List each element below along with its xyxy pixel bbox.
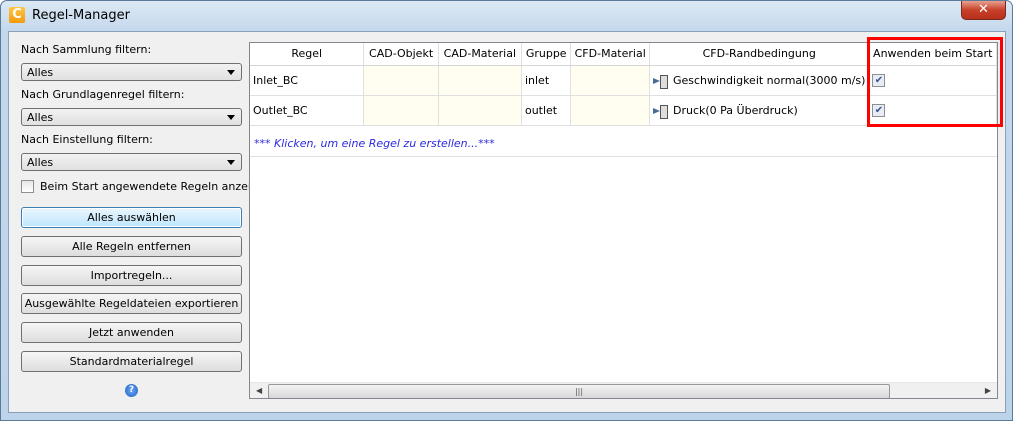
cell-cad-material[interactable] <box>438 65 522 96</box>
show-startup-rules-label: Beim Start angewendete Regeln anzeigen <box>40 180 272 193</box>
cell-cad-objekt[interactable] <box>363 95 439 126</box>
col-regel[interactable]: Regel <box>250 43 365 66</box>
filter-setting-select[interactable]: Alles <box>21 153 242 171</box>
cell-randbedingung[interactable]: Druck(0 Pa Überdruck) <box>649 95 870 126</box>
col-cfd-randbedingung[interactable]: CFD-Randbedingung <box>649 43 870 66</box>
remove-all-rules-button[interactable]: Alle Regeln entfernen <box>21 236 242 257</box>
scrollbar-thumb[interactable]: ||| <box>268 384 890 398</box>
scroll-right-icon[interactable]: ▶ <box>985 386 991 395</box>
highlight-box <box>867 37 1003 127</box>
import-rules-button[interactable]: Importregeln... <box>21 265 242 286</box>
col-cad-material[interactable]: CAD-Material <box>438 43 522 66</box>
app-logo-icon: C <box>9 7 25 23</box>
scroll-left-icon[interactable]: ◀ <box>256 386 262 395</box>
client-area: Nach Sammlung filtern: Alles Nach Grundl… <box>8 31 1006 413</box>
show-startup-rules-checkbox[interactable]: Beim Start angewendete Regeln anzeigen <box>21 180 272 193</box>
filter-base-rule-select[interactable]: Alles <box>21 108 242 126</box>
window-title: Regel-Manager <box>32 7 130 23</box>
regel-manager-window: C Regel-Manager ✕ Nach Sammlung filtern:… <box>0 0 1013 421</box>
cell-randbedingung[interactable]: Geschwindigkeit normal(3000 m/s) <box>649 65 870 96</box>
cell-regel[interactable]: Outlet_BC <box>250 95 365 126</box>
default-material-rule-button[interactable]: Standardmaterialregel <box>21 351 242 372</box>
create-rule-link[interactable]: *** Klicken, um eine Regel zu erstellen.… <box>254 137 495 150</box>
filter-base-rule-label: Nach Grundlagenregel filtern: <box>21 88 185 101</box>
filter-collection-label: Nach Sammlung filtern: <box>21 43 152 56</box>
export-rule-files-button[interactable]: Ausgewählte Regeldateien exportieren <box>21 293 242 314</box>
col-gruppe[interactable]: Gruppe <box>521 43 572 66</box>
help-icon[interactable]: ? <box>125 384 138 397</box>
cell-cad-objekt[interactable] <box>363 65 439 96</box>
cell-gruppe[interactable]: inlet <box>521 65 572 96</box>
randbedingung-text: Geschwindigkeit normal(3000 m/s) <box>672 73 866 87</box>
inlet-boundary-icon <box>652 74 668 89</box>
cell-gruppe[interactable]: outlet <box>521 95 572 126</box>
checkbox-box[interactable] <box>21 180 34 193</box>
col-cfd-material[interactable]: CFD-Material <box>570 43 650 66</box>
close-button[interactable]: ✕ <box>961 1 1006 20</box>
cell-regel[interactable]: Inlet_BC <box>250 65 365 96</box>
cell-cfd-material[interactable] <box>570 65 650 96</box>
select-all-button[interactable]: Alles auswählen <box>21 207 242 228</box>
cell-cfd-material[interactable] <box>570 95 650 126</box>
randbedingung-text: Druck(0 Pa Überdruck) <box>672 103 798 117</box>
filter-setting-label: Nach Einstellung filtern: <box>21 133 153 146</box>
outlet-boundary-icon <box>652 104 668 119</box>
col-cad-objekt[interactable]: CAD-Objekt <box>363 43 439 66</box>
horizontal-scrollbar[interactable]: ◀ ||| ▶ <box>250 382 997 398</box>
filter-collection-select[interactable]: Alles <box>21 63 242 81</box>
title-bar: C Regel-Manager <box>9 7 130 23</box>
cell-cad-material[interactable] <box>438 95 522 126</box>
row-divider <box>250 156 997 157</box>
apply-now-button[interactable]: Jetzt anwenden <box>21 322 242 343</box>
